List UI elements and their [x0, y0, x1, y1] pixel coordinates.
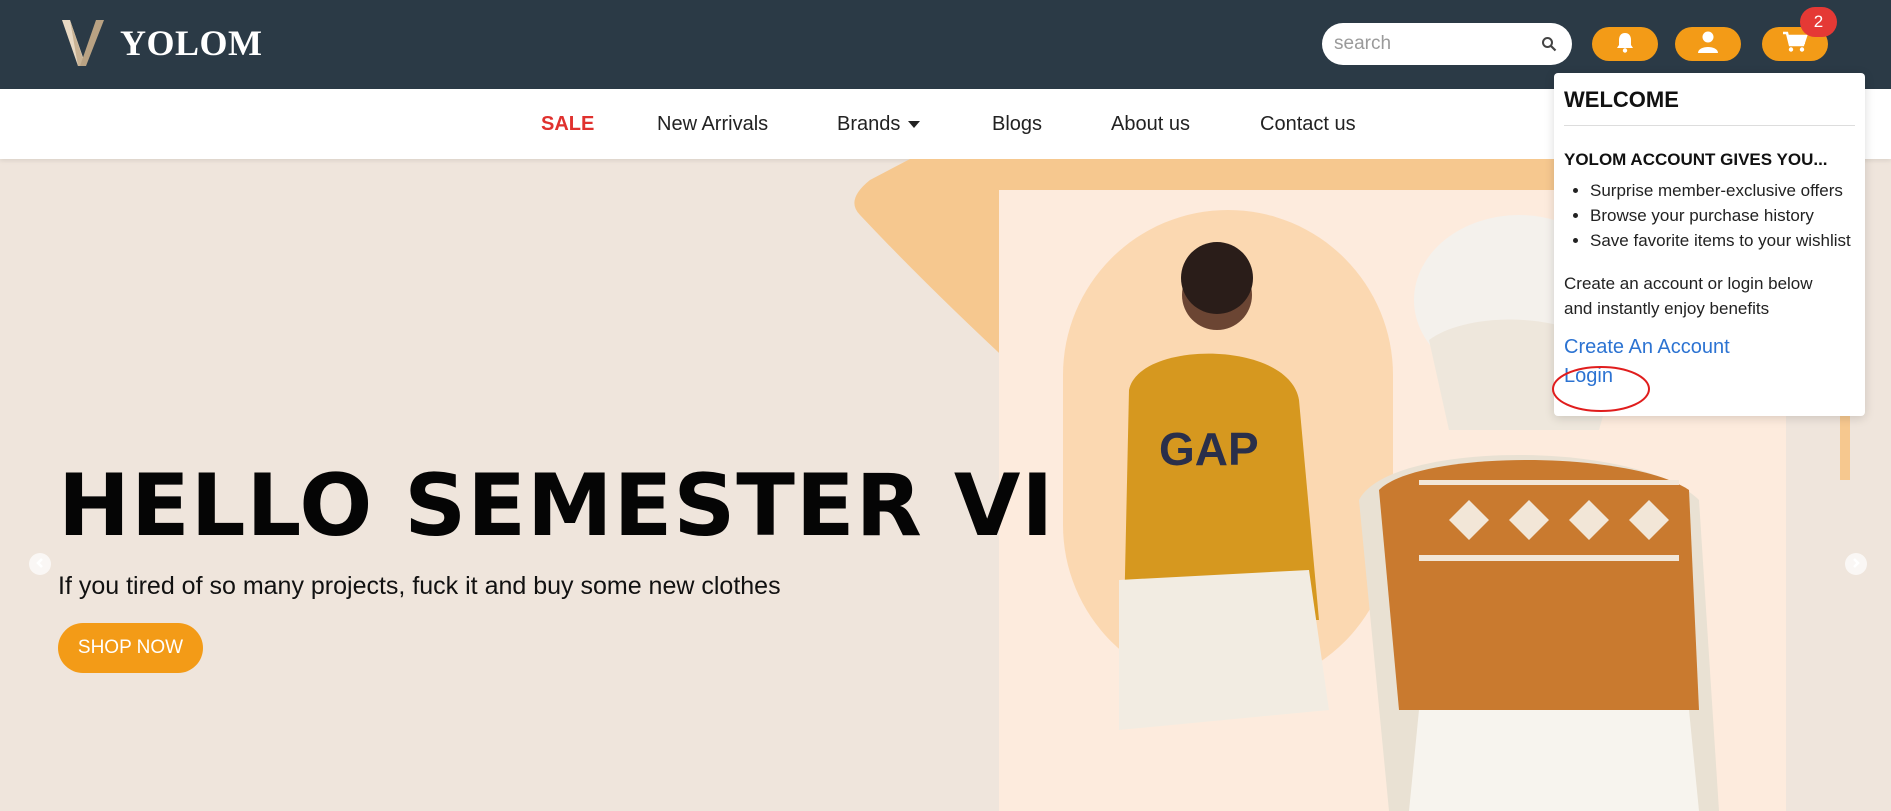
- account-button[interactable]: [1675, 27, 1741, 61]
- list-item: Surprise member-exclusive offers: [1590, 178, 1855, 203]
- nav-item-sale[interactable]: SALE: [541, 113, 594, 136]
- search-input[interactable]: [1334, 33, 1538, 55]
- hero-title: HELLO SEMESTER VI: [58, 456, 1055, 556]
- carousel-next-button[interactable]: [1845, 553, 1867, 575]
- login-link[interactable]: Login: [1564, 365, 1855, 388]
- nav-item-new-arrivals[interactable]: New Arrivals: [657, 113, 768, 136]
- hoodie-print: GAP: [1159, 423, 1259, 475]
- shop-now-button[interactable]: SHOP NOW: [58, 623, 203, 673]
- chevron-left-icon: [35, 555, 45, 573]
- dropdown-title: WELCOME: [1564, 87, 1855, 126]
- carousel-prev-button[interactable]: [29, 553, 51, 575]
- cart-count-badge: 2: [1800, 7, 1837, 37]
- brand-logo[interactable]: YOLOM: [56, 16, 263, 70]
- bell-icon: [1615, 31, 1635, 58]
- account-dropdown: WELCOME YOLOM ACCOUNT GIVES YOU... Surpr…: [1554, 73, 1865, 416]
- description-line: Create an account or login below: [1564, 274, 1813, 293]
- logo-icon: [56, 16, 110, 70]
- create-account-link[interactable]: Create An Account: [1564, 336, 1855, 359]
- search-icon[interactable]: [1538, 33, 1560, 55]
- dropdown-description: Create an account or login below and ins…: [1564, 271, 1855, 321]
- list-item: Browse your purchase history: [1590, 203, 1855, 228]
- notifications-button[interactable]: [1592, 27, 1658, 61]
- benefits-list: Surprise member-exclusive offers Browse …: [1564, 178, 1855, 253]
- cart-icon: [1782, 31, 1808, 58]
- search-box: [1322, 23, 1572, 65]
- brand-name: YOLOM: [120, 23, 263, 63]
- chevron-right-icon: [1851, 555, 1861, 573]
- user-icon: [1697, 30, 1719, 59]
- dropdown-subtitle: YOLOM ACCOUNT GIVES YOU...: [1564, 150, 1828, 169]
- description-line: and instantly enjoy benefits: [1564, 299, 1770, 318]
- list-item: Save favorite items to your wishlist: [1590, 228, 1855, 253]
- hero-subtitle: If you tired of so many projects, fuck i…: [58, 572, 781, 600]
